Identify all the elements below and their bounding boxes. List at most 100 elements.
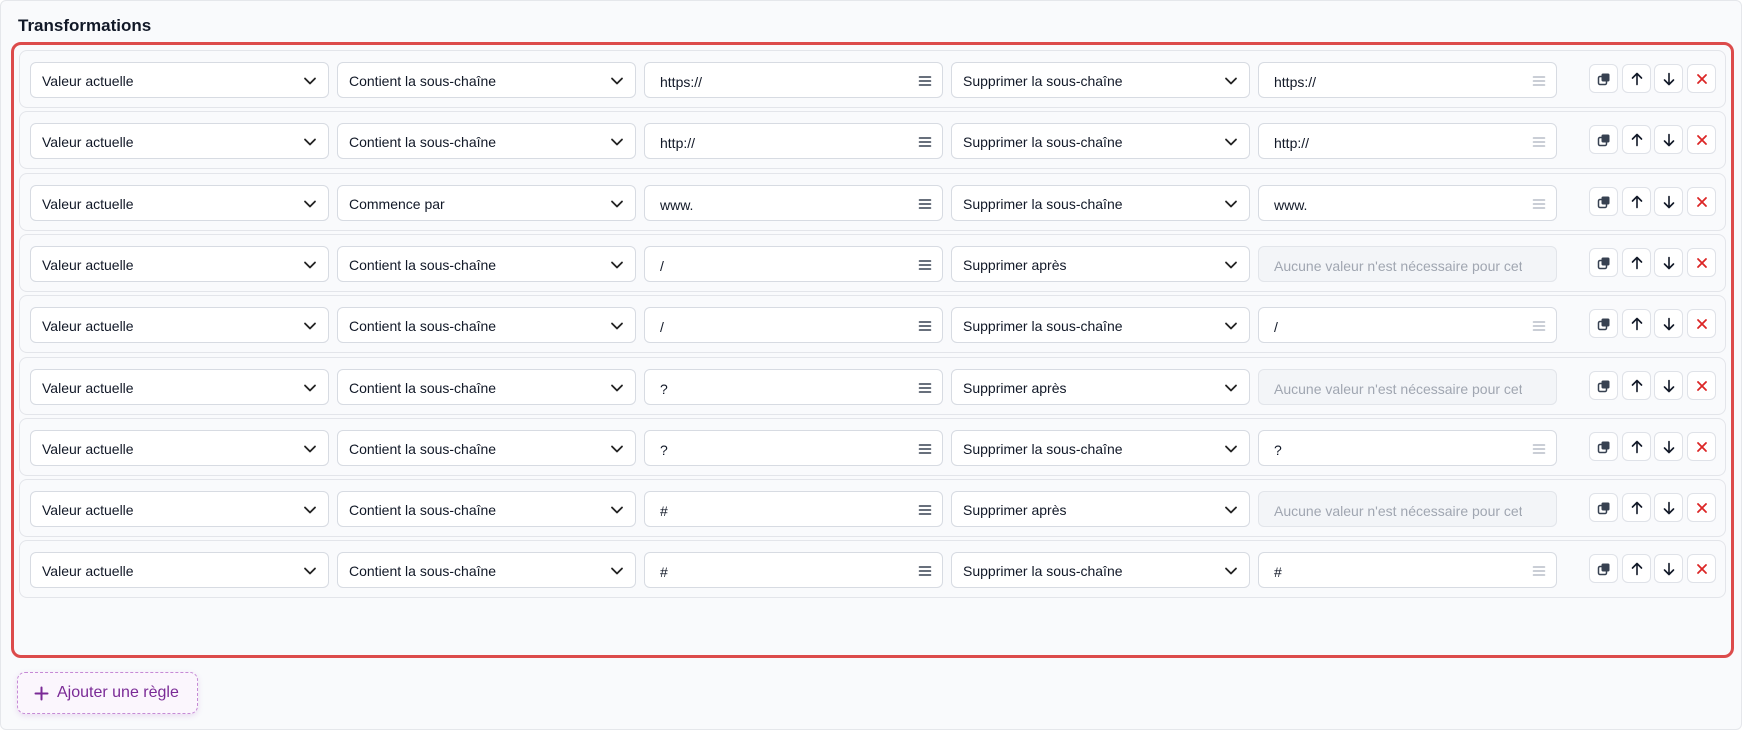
source-select[interactable]: Valeur actuelle bbox=[30, 552, 329, 588]
duplicate-rule-button[interactable] bbox=[1589, 309, 1618, 338]
arrow-up-icon bbox=[1631, 317, 1643, 331]
action-select[interactable]: Supprimer la sous-chaîne bbox=[951, 62, 1250, 98]
condition-select[interactable]: Commence par bbox=[337, 185, 636, 221]
move-down-button[interactable] bbox=[1654, 493, 1683, 522]
move-down-button[interactable] bbox=[1654, 371, 1683, 400]
condition-select[interactable]: Contient la sous-chaîne bbox=[337, 307, 636, 343]
action-select[interactable]: Supprimer après bbox=[951, 369, 1250, 405]
move-up-button[interactable] bbox=[1622, 309, 1651, 338]
move-down-button[interactable] bbox=[1654, 309, 1683, 338]
match-input[interactable]: # bbox=[644, 491, 943, 527]
menu-lines-icon[interactable] bbox=[1532, 319, 1546, 333]
condition-select[interactable]: Contient la sous-chaîne bbox=[337, 430, 636, 466]
move-up-button[interactable] bbox=[1622, 64, 1651, 93]
menu-lines-icon[interactable] bbox=[918, 197, 932, 211]
delete-rule-button[interactable] bbox=[1687, 554, 1716, 583]
delete-rule-button[interactable] bbox=[1687, 371, 1716, 400]
value-input[interactable]: https:// bbox=[1258, 62, 1557, 98]
delete-rule-button[interactable] bbox=[1687, 64, 1716, 93]
source-select[interactable]: Valeur actuelle bbox=[30, 369, 329, 405]
condition-select[interactable]: Contient la sous-chaîne bbox=[337, 246, 636, 282]
menu-lines-icon[interactable] bbox=[918, 135, 932, 149]
match-input[interactable]: # bbox=[644, 552, 943, 588]
source-select[interactable]: Valeur actuelle bbox=[30, 62, 329, 98]
duplicate-rule-button[interactable] bbox=[1589, 493, 1618, 522]
move-down-button[interactable] bbox=[1654, 432, 1683, 461]
condition-select[interactable]: Contient la sous-chaîne bbox=[337, 62, 636, 98]
delete-rule-button[interactable] bbox=[1687, 248, 1716, 277]
action-select[interactable]: Supprimer la sous-chaîne bbox=[951, 307, 1250, 343]
move-up-button[interactable] bbox=[1622, 371, 1651, 400]
menu-lines-icon[interactable] bbox=[918, 74, 932, 88]
match-input[interactable]: ? bbox=[644, 430, 943, 466]
action-select[interactable]: Supprimer la sous-chaîne bbox=[951, 552, 1250, 588]
menu-lines-icon[interactable] bbox=[918, 442, 932, 456]
delete-rule-button[interactable] bbox=[1687, 493, 1716, 522]
action-select[interactable]: Supprimer après bbox=[951, 246, 1250, 282]
action-select-value: Supprimer la sous-chaîne bbox=[963, 318, 1123, 334]
value-input[interactable]: # bbox=[1258, 552, 1557, 588]
match-input[interactable]: ? bbox=[644, 369, 943, 405]
arrow-up-icon bbox=[1631, 195, 1643, 209]
duplicate-rule-button[interactable] bbox=[1589, 125, 1618, 154]
match-input[interactable]: https:// bbox=[644, 62, 943, 98]
duplicate-icon bbox=[1597, 441, 1610, 454]
condition-select[interactable]: Contient la sous-chaîne bbox=[337, 369, 636, 405]
menu-lines-icon[interactable] bbox=[1532, 197, 1546, 211]
source-select[interactable]: Valeur actuelle bbox=[30, 307, 329, 343]
delete-rule-button[interactable] bbox=[1687, 432, 1716, 461]
duplicate-rule-button[interactable] bbox=[1589, 371, 1618, 400]
move-down-button[interactable] bbox=[1654, 187, 1683, 216]
menu-lines-icon[interactable] bbox=[1532, 442, 1546, 456]
duplicate-rule-button[interactable] bbox=[1589, 187, 1618, 216]
move-up-button[interactable] bbox=[1622, 187, 1651, 216]
duplicate-rule-button[interactable] bbox=[1589, 64, 1618, 93]
source-select[interactable]: Valeur actuelle bbox=[30, 185, 329, 221]
match-input[interactable]: www. bbox=[644, 185, 943, 221]
menu-lines-icon[interactable] bbox=[1532, 135, 1546, 149]
source-select[interactable]: Valeur actuelle bbox=[30, 123, 329, 159]
condition-select[interactable]: Contient la sous-chaîne bbox=[337, 123, 636, 159]
source-select[interactable]: Valeur actuelle bbox=[30, 246, 329, 282]
menu-lines-icon[interactable] bbox=[918, 381, 932, 395]
menu-lines-icon[interactable] bbox=[918, 319, 932, 333]
move-down-button[interactable] bbox=[1654, 64, 1683, 93]
action-select[interactable]: Supprimer la sous-chaîne bbox=[951, 185, 1250, 221]
move-down-button[interactable] bbox=[1654, 554, 1683, 583]
duplicate-rule-button[interactable] bbox=[1589, 248, 1618, 277]
value-input[interactable]: www. bbox=[1258, 185, 1557, 221]
action-select[interactable]: Supprimer la sous-chaîne bbox=[951, 123, 1250, 159]
move-up-button[interactable] bbox=[1622, 493, 1651, 522]
move-up-button[interactable] bbox=[1622, 554, 1651, 583]
menu-lines-icon[interactable] bbox=[918, 564, 932, 578]
condition-select[interactable]: Contient la sous-chaîne bbox=[337, 491, 636, 527]
duplicate-rule-button[interactable] bbox=[1589, 432, 1618, 461]
menu-lines-icon[interactable] bbox=[1532, 564, 1546, 578]
action-select[interactable]: Supprimer après bbox=[951, 491, 1250, 527]
match-input-value: / bbox=[660, 319, 664, 335]
menu-lines-icon[interactable] bbox=[918, 503, 932, 517]
source-select[interactable]: Valeur actuelle bbox=[30, 491, 329, 527]
match-input[interactable]: / bbox=[644, 307, 943, 343]
delete-rule-button[interactable] bbox=[1687, 309, 1716, 338]
move-up-button[interactable] bbox=[1622, 432, 1651, 461]
condition-select[interactable]: Contient la sous-chaîne bbox=[337, 552, 636, 588]
source-select[interactable]: Valeur actuelle bbox=[30, 430, 329, 466]
menu-lines-icon[interactable] bbox=[1532, 74, 1546, 88]
value-input[interactable]: http:// bbox=[1258, 123, 1557, 159]
move-down-button[interactable] bbox=[1654, 248, 1683, 277]
value-input[interactable]: / bbox=[1258, 307, 1557, 343]
duplicate-rule-button[interactable] bbox=[1589, 554, 1618, 583]
move-up-button[interactable] bbox=[1622, 248, 1651, 277]
value-input-value: www. bbox=[1274, 197, 1308, 213]
move-up-button[interactable] bbox=[1622, 125, 1651, 154]
add-rule-button[interactable]: Ajouter une règle bbox=[17, 672, 198, 714]
match-input[interactable]: / bbox=[644, 246, 943, 282]
delete-rule-button[interactable] bbox=[1687, 187, 1716, 216]
value-input[interactable]: ? bbox=[1258, 430, 1557, 466]
delete-rule-button[interactable] bbox=[1687, 125, 1716, 154]
menu-lines-icon[interactable] bbox=[918, 258, 932, 272]
action-select[interactable]: Supprimer la sous-chaîne bbox=[951, 430, 1250, 466]
move-down-button[interactable] bbox=[1654, 125, 1683, 154]
match-input[interactable]: http:// bbox=[644, 123, 943, 159]
